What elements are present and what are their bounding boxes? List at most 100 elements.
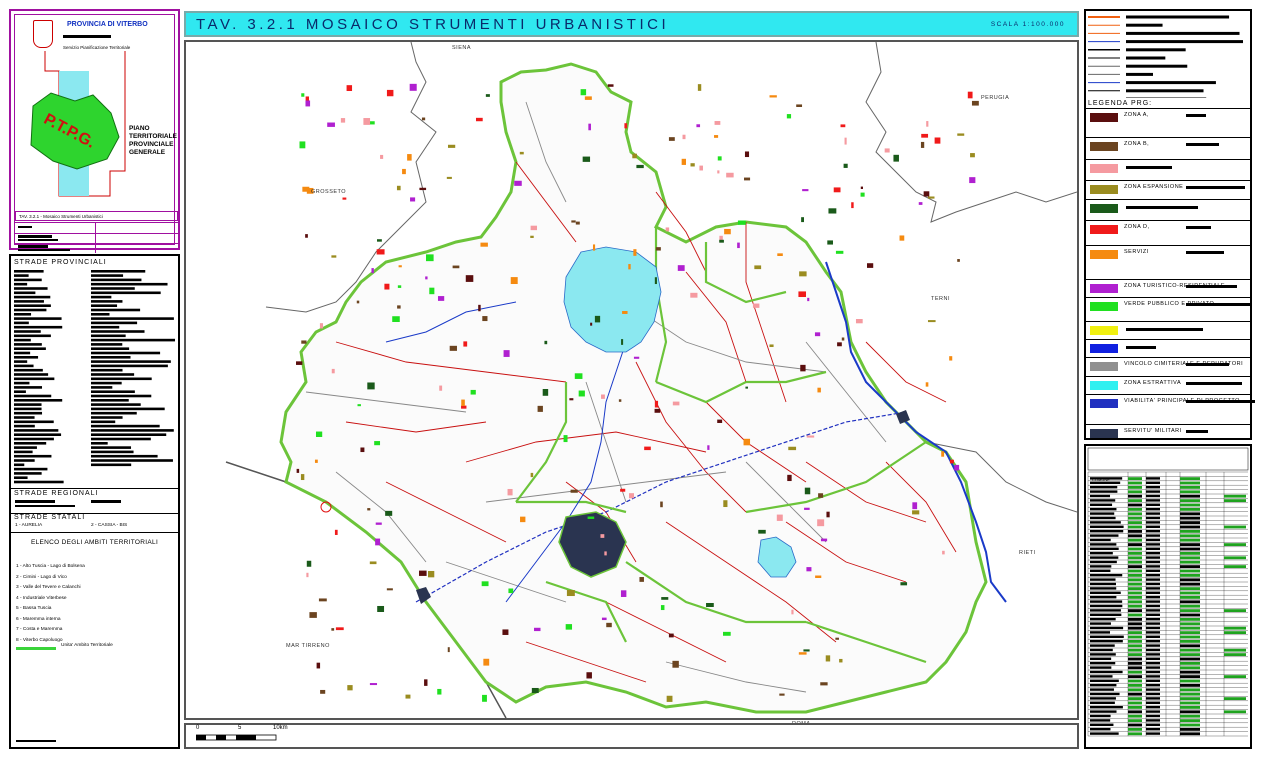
prg-legend-divider (1086, 321, 1250, 322)
zone-patch (912, 502, 918, 510)
table-cell (1180, 508, 1200, 511)
zone-patch (737, 242, 740, 249)
prg-legend-swatch (1090, 250, 1118, 259)
zone-patch (305, 100, 311, 107)
prg-legend-redacted (1186, 251, 1224, 254)
line-legend-entries (1088, 15, 1244, 101)
table-cell (1146, 675, 1160, 678)
zone-patch (347, 685, 353, 691)
table-cell (1146, 692, 1160, 696)
table-cell (1180, 706, 1200, 709)
table-cell (1090, 503, 1113, 506)
table-cell (1090, 644, 1115, 647)
table-cell (1128, 503, 1142, 507)
zone-patch (331, 255, 337, 258)
zone-patch (804, 507, 810, 510)
table-cell (1146, 706, 1160, 709)
table-cell (1128, 714, 1142, 718)
zone-patch (969, 177, 976, 184)
table-cell (1146, 635, 1160, 638)
road-entry-left (14, 399, 63, 402)
zone-patch (661, 597, 669, 600)
zone-patch (644, 446, 651, 451)
table-cell (1090, 692, 1120, 696)
road-entry-right (91, 407, 165, 411)
prg-legend-swatch (1090, 302, 1118, 311)
table-cell (1224, 631, 1246, 634)
prg-legend-swatch (1090, 225, 1118, 234)
zone-patch (331, 628, 335, 631)
line-legend-label (1126, 72, 1153, 76)
zone-patch (396, 185, 401, 191)
zone-patch (660, 501, 663, 508)
prg-legend-redacted (1186, 303, 1250, 306)
table-cell (1128, 481, 1142, 485)
zone-patch (817, 387, 821, 393)
table-cell (1128, 609, 1142, 612)
zone-patch (844, 137, 847, 145)
zone-patch (485, 94, 490, 97)
table-cell (1128, 604, 1142, 608)
table-cell (1128, 710, 1142, 714)
road-entry-right (91, 381, 122, 385)
zone-patch (461, 405, 467, 409)
table-cell (1128, 582, 1142, 586)
table-cell (1224, 543, 1246, 546)
table-cell (1180, 569, 1200, 573)
line-legend-label (1126, 64, 1188, 68)
table-cell (1090, 543, 1117, 546)
zone-patch (482, 316, 488, 322)
title-bar (63, 35, 111, 38)
table-cell (1146, 503, 1160, 506)
zone-patch (654, 400, 659, 408)
prg-legend-label: SERVIZI (1124, 249, 1149, 255)
zone-patch (588, 123, 591, 131)
table-cell (1180, 631, 1200, 634)
zone-patch (335, 627, 344, 631)
zone-patch (397, 305, 401, 309)
road-entry-left (14, 364, 34, 368)
road-entry-right (91, 351, 161, 355)
table-cell (1146, 560, 1160, 564)
road-entry-right (91, 356, 131, 359)
table-cell (1146, 622, 1160, 625)
zone-patch (957, 133, 965, 136)
zone-patch (590, 322, 593, 326)
table-cell (1180, 512, 1200, 516)
table-cell (1128, 644, 1142, 648)
zone-patch (569, 398, 574, 401)
prg-legend-swatch (1090, 164, 1118, 173)
zone-patch (425, 254, 434, 262)
zone-patch (621, 339, 624, 345)
road-entry-right (91, 274, 124, 277)
zone-patch (860, 192, 865, 197)
zone-patch (461, 399, 465, 406)
zone-patch (954, 464, 960, 471)
zone-patch (835, 250, 844, 254)
zone-patch (654, 277, 657, 285)
map-scale: SCALA 1:100.000 (990, 21, 1065, 28)
provincial-roads-list (14, 270, 175, 484)
line-legend-label (1126, 23, 1163, 27)
table-cell (1128, 556, 1142, 560)
map-frame[interactable]: SIENA PERUGIA GROSSETO TERNI RIETI MAR T… (184, 40, 1079, 727)
uat-label: Unita' Ambito Territoriale (61, 643, 113, 648)
table-cell (1128, 679, 1142, 683)
zone-patch (502, 629, 509, 635)
map-canvas[interactable] (186, 42, 1077, 718)
zone-patch (737, 220, 746, 225)
zone-patch (827, 240, 833, 245)
zone-patch (478, 304, 481, 312)
zone-patch (839, 658, 843, 663)
table-cell (1128, 675, 1142, 678)
prg-legend-divider (1086, 245, 1250, 246)
zone-patch (769, 344, 774, 348)
prg-legend-swatch (1090, 362, 1118, 371)
zone-patch (628, 264, 631, 270)
zone-patch (833, 187, 841, 193)
table-cell (1224, 494, 1246, 498)
zone-patch (820, 538, 828, 542)
zone-patch (817, 519, 825, 527)
road-entry-left (14, 420, 54, 424)
zone-patch (699, 165, 703, 171)
